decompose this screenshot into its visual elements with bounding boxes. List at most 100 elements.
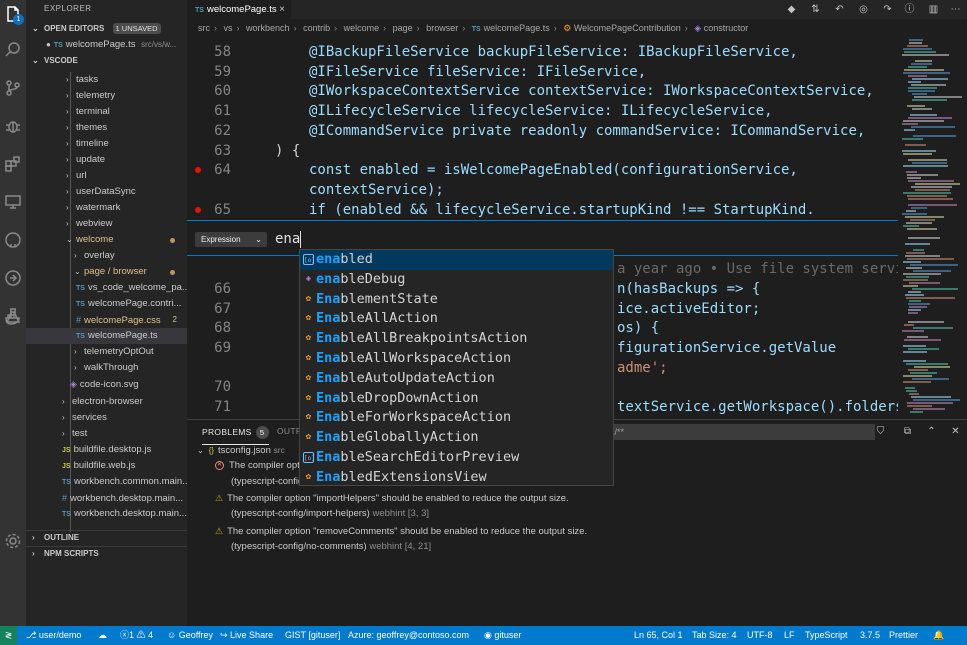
tree-folder-page-browser[interactable]: ⌄ page / browser (26, 264, 187, 280)
suggestion-item[interactable]: ✿ EnablementState (300, 290, 613, 310)
problems-status[interactable]: ⓧ1 ⚠ 4 (120, 626, 153, 645)
github-user-status[interactable]: ◉ gituser (484, 626, 521, 645)
tree-folder[interactable]: › test (26, 426, 187, 442)
tree-folder[interactable]: › userDataSync (26, 184, 187, 200)
go-back-icon[interactable]: ↶ (833, 3, 846, 16)
tab-size[interactable]: Tab Size: 4 (692, 626, 737, 645)
open-editors-header[interactable]: ⌄ OPEN EDITORS 1 UNSAVED (26, 22, 187, 36)
sync-icon[interactable]: ☁ (98, 626, 107, 645)
tree-folder[interactable]: › terminal (26, 104, 187, 120)
end-of-line[interactable]: LF (784, 626, 795, 645)
tree-folder[interactable]: › webview (26, 216, 187, 232)
npm-scripts-header[interactable]: › NPM SCRIPTS (26, 546, 187, 560)
tree-file[interactable]: # welcomePage.css 2 (26, 312, 187, 328)
tree-folder-welcome[interactable]: ⌄ welcome (26, 232, 187, 248)
problems-filter-input[interactable]: s/** (607, 424, 875, 440)
tree-file[interactable]: TS workbench.common.main... (26, 474, 187, 490)
open-changes-icon[interactable]: ◎ (857, 3, 870, 16)
collapse-all-icon[interactable]: ⧉ (901, 425, 914, 438)
breadcrumb-item[interactable]: welcomePage.ts (484, 23, 550, 33)
compare-changes-icon[interactable]: ⇅ (809, 3, 822, 16)
tree-folder[interactable]: › electron-browser (26, 394, 187, 410)
suggestion-item[interactable]: [o] enabled (300, 250, 613, 270)
tree-file[interactable]: JS buildfile.desktop.js (26, 442, 187, 458)
breakpoint-icon[interactable] (195, 167, 201, 173)
tree-folder[interactable]: › services (26, 410, 187, 426)
split-editor-icon[interactable]: ▥ (927, 3, 940, 16)
breadcrumb-item[interactable]: WelcomePageContribution (574, 23, 681, 33)
breadcrumb-item[interactable]: workbench (246, 23, 290, 33)
docker-icon[interactable] (3, 307, 23, 327)
tree-folder[interactable]: › walkThrough (26, 360, 187, 376)
tree-file[interactable]: TS workbench.desktop.main... (26, 506, 187, 522)
suggestion-item[interactable]: ✿ EnableForWorkspaceAction (300, 408, 613, 428)
account-status[interactable]: ☺ Geoffrey (167, 626, 213, 645)
tree-folder[interactable]: › url (26, 168, 187, 184)
git-info-icon[interactable]: ⓘ (903, 3, 916, 16)
tab-welcomepage-ts[interactable]: TS welcomePage.ts × (187, 0, 291, 19)
close-icon[interactable]: × (279, 0, 285, 19)
breadcrumb-item[interactable]: welcome (344, 23, 380, 33)
search-icon[interactable] (3, 40, 23, 60)
tree-folder[interactable]: › telemetry (26, 88, 187, 104)
filter-icon[interactable]: ⛉ (874, 425, 887, 438)
expression-type-select[interactable]: Expression ⌄ (195, 232, 267, 247)
suggestion-item[interactable]: ✿ EnableAllBreakpointsAction (300, 329, 613, 349)
source-control-icon[interactable] (3, 78, 23, 98)
cursor-position[interactable]: Ln 65, Col 1 (634, 626, 683, 645)
language-mode[interactable]: TypeScript (805, 626, 848, 645)
tree-folder[interactable]: › telemetryOptOut (26, 344, 187, 360)
breadcrumb-item[interactable]: vs (224, 23, 233, 33)
breadcrumb-item[interactable]: browser (426, 23, 458, 33)
tree-folder[interactable]: › themes (26, 120, 187, 136)
expression-input[interactable]: ena (275, 229, 302, 249)
suggestion-item[interactable]: [o] EnableSearchEditorPreview (300, 448, 613, 468)
tree-file[interactable]: TS vs_code_welcome_pa... (26, 280, 187, 296)
tree-file[interactable]: JS buildfile.web.js (26, 458, 187, 474)
breadcrumb-item[interactable]: src (198, 23, 210, 33)
notifications-bell-icon[interactable]: 🔔 (933, 626, 944, 645)
prettier-status[interactable]: Prettier (889, 626, 918, 645)
problem-item[interactable]: ⚠ The compiler option "removeComments" sh… (215, 523, 587, 540)
maximize-panel-icon[interactable]: ⌃ (925, 425, 938, 438)
tree-file-selected[interactable]: TS welcomePage.ts (26, 328, 187, 344)
minimap[interactable] (898, 37, 967, 417)
suggestion-item[interactable]: ◈ enableDebug (300, 270, 613, 290)
ts-version[interactable]: 3.7.5 (860, 626, 880, 645)
debug-icon[interactable] (3, 116, 23, 136)
breadcrumb-item[interactable]: contrib (303, 23, 330, 33)
tree-file[interactable]: ◈ code-icon.svg (26, 376, 187, 392)
suggestion-item[interactable]: ✿ EnableAllAction (300, 309, 613, 329)
workspace-header[interactable]: ⌄ VSCODE (26, 54, 187, 68)
breakpoint-icon[interactable] (195, 207, 201, 213)
settings-gear-icon[interactable] (3, 531, 23, 551)
tree-folder[interactable]: › watermark (26, 200, 187, 216)
encoding[interactable]: UTF-8 (747, 626, 773, 645)
tree-folder[interactable]: › update (26, 152, 187, 168)
breadcrumb-item[interactable]: page (393, 23, 413, 33)
problem-file-row[interactable]: ⌄ {} tsconfig.json src (197, 442, 285, 459)
live-share-icon[interactable] (3, 268, 23, 288)
outline-header[interactable]: › OUTLINE (26, 530, 187, 544)
suggestion-item[interactable]: ✿ EnableGloballyAction (300, 428, 613, 448)
branch-status[interactable]: ⎇ user/demo (26, 626, 81, 645)
remote-explorer-icon[interactable] (3, 192, 23, 212)
extensions-icon[interactable] (3, 154, 23, 174)
tree-folder[interactable]: › timeline (26, 136, 187, 152)
breadcrumb-item[interactable]: constructor (704, 23, 749, 33)
problem-item[interactable]: ✕ The compiler optio (215, 458, 307, 474)
suggestion-item[interactable]: ✿ EnabledExtensionsView (300, 468, 613, 485)
gist-status[interactable]: GIST [gituser] (285, 626, 340, 645)
open-editor-item[interactable]: ● TS welcomePage.ts src/vs/w... (26, 37, 187, 53)
live-share-status[interactable]: ↪ Live Share (220, 626, 273, 645)
github-icon[interactable] (3, 230, 23, 250)
remote-indicator[interactable]: ≷ (0, 626, 17, 645)
tree-file[interactable]: TS welcomePage.contri... (26, 296, 187, 312)
suggestion-item[interactable]: ✿ EnableAutoUpdateAction (300, 369, 613, 389)
suggestion-item[interactable]: ✿ EnableDropDownAction (300, 389, 613, 409)
problem-item[interactable]: ⚠ The compiler option "importHelpers" sho… (215, 490, 569, 507)
tree-folder[interactable]: › tasks (26, 72, 187, 88)
close-panel-icon[interactable]: ✕ (949, 425, 962, 438)
more-actions-icon[interactable]: ⋯ (949, 3, 962, 16)
tree-file[interactable]: # workbench.desktop.main... (26, 490, 187, 506)
